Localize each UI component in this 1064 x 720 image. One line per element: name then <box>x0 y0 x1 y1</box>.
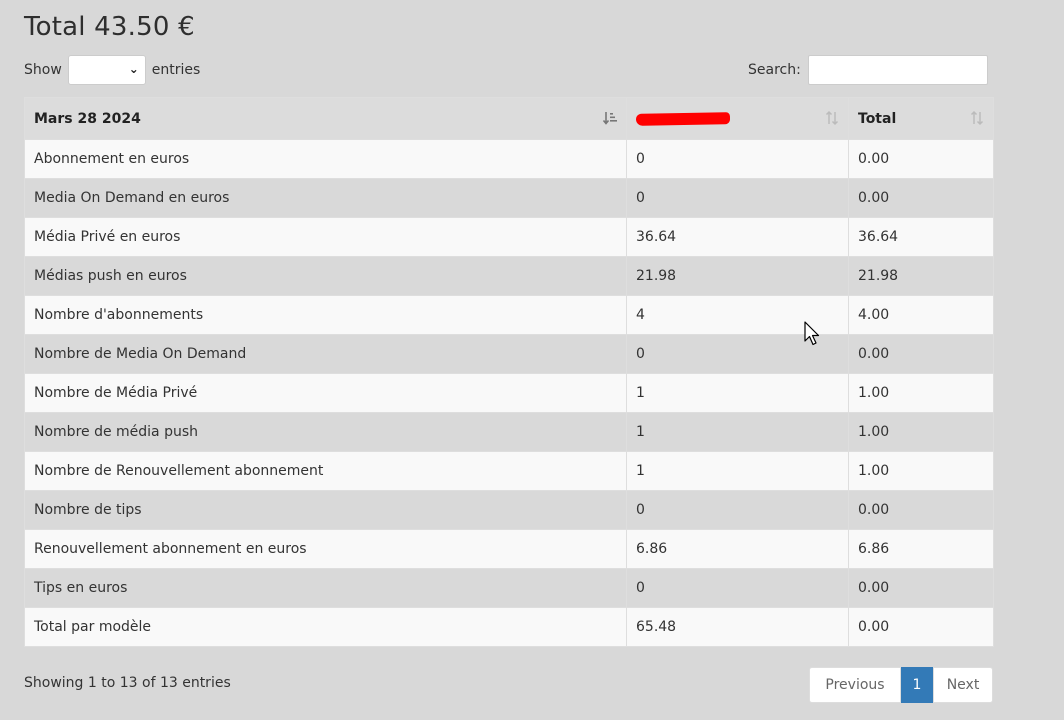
table-row: Médias push en euros 21.98 21.98 <box>24 256 994 296</box>
table-row: Nombre de tips 0 0.00 <box>24 490 994 530</box>
next-button[interactable]: Next <box>933 667 993 703</box>
table-info: Showing 1 to 13 of 13 entries <box>24 675 231 691</box>
table-row: Nombre de média push 1 1.00 <box>24 412 994 452</box>
redacted-name-mark <box>635 111 731 126</box>
table-header-row: Mars 28 2024 Total <box>24 97 994 140</box>
cell-model-value: 36.64 <box>626 217 849 257</box>
cell-metric: Nombre de Media On Demand <box>24 334 627 374</box>
cell-total: 0.00 <box>848 334 994 374</box>
search-input[interactable] <box>807 55 988 85</box>
entries-label: entries <box>151 62 201 78</box>
search-control: Search: <box>748 54 988 86</box>
column-header-date-label: Mars 28 2024 <box>34 110 141 127</box>
cell-model-value: 0 <box>626 568 849 608</box>
table-row: Nombre de Média Privé 1 1.00 <box>24 373 994 413</box>
cell-model-value: 65.48 <box>626 607 849 647</box>
cell-total: 21.98 <box>848 256 994 296</box>
cell-model-value: 1 <box>626 412 849 452</box>
search-label: Search: <box>748 62 801 78</box>
table-row: Media On Demand en euros 0 0.00 <box>24 178 994 218</box>
cell-model-value: 0 <box>626 490 849 530</box>
cell-total: 36.64 <box>848 217 994 257</box>
cell-metric: Média Privé en euros <box>24 217 627 257</box>
cell-metric: Médias push en euros <box>24 256 627 296</box>
sort-both-icon <box>970 110 984 126</box>
cell-metric: Abonnement en euros <box>24 139 627 179</box>
cell-total: 0.00 <box>848 139 994 179</box>
cell-model-value: 0 <box>626 139 849 179</box>
table-row: Nombre d'abonnements 4 4.00 <box>24 295 994 335</box>
cell-metric: Media On Demand en euros <box>24 178 627 218</box>
cell-metric: Total par modèle <box>24 607 627 647</box>
sort-ascending-icon <box>602 112 617 125</box>
chevron-down-icon: ⌄ <box>128 62 139 76</box>
cell-total: 6.86 <box>848 529 994 569</box>
cell-metric: Nombre de Média Privé <box>24 373 627 413</box>
cell-total: 0.00 <box>848 490 994 530</box>
table-row: Nombre de Media On Demand 0 0.00 <box>24 334 994 374</box>
table-row: Nombre de Renouvellement abonnement 1 1.00 <box>24 451 994 491</box>
pagination: Previous 1 Next <box>809 667 993 703</box>
cell-metric: Nombre de tips <box>24 490 627 530</box>
table-row: Renouvellement abonnement en euros 6.86 6.… <box>24 529 994 569</box>
cell-model-value: 21.98 <box>626 256 849 296</box>
cell-model-value: 1 <box>626 373 849 413</box>
cell-metric: Renouvellement abonnement en euros <box>24 529 627 569</box>
cell-model-value: 1 <box>626 451 849 491</box>
column-header-redacted[interactable] <box>626 97 849 140</box>
table-row: Abonnement en euros 0 0.00 <box>24 139 994 179</box>
entries-select[interactable]: ⌄ <box>67 55 146 85</box>
page-title: Total 43.50 € <box>24 12 195 42</box>
table-row: Total par modèle 65.48 0.00 <box>24 607 994 647</box>
cell-model-value: 6.86 <box>626 529 849 569</box>
table-row: Tips en euros 0 0.00 <box>24 568 994 608</box>
sort-both-icon <box>825 110 839 126</box>
cell-metric: Tips en euros <box>24 568 627 608</box>
data-table: Mars 28 2024 Total Abonnement en euros 0… <box>24 97 994 647</box>
column-header-total-label: Total <box>858 110 897 127</box>
entries-length-control: Show ⌄ entries <box>24 54 200 86</box>
cell-metric: Nombre de média push <box>24 412 627 452</box>
cell-total: 0.00 <box>848 178 994 218</box>
table-row: Média Privé en euros 36.64 36.64 <box>24 217 994 257</box>
page-button-current[interactable]: 1 <box>901 667 933 703</box>
mouse-pointer-icon <box>804 321 820 346</box>
cell-metric: Nombre de Renouvellement abonnement <box>24 451 627 491</box>
cell-total: 1.00 <box>848 373 994 413</box>
previous-button[interactable]: Previous <box>809 667 901 703</box>
cell-model-value: 0 <box>626 178 849 218</box>
column-header-total[interactable]: Total <box>848 97 994 140</box>
cell-total: 4.00 <box>848 295 994 335</box>
column-header-date[interactable]: Mars 28 2024 <box>24 97 627 140</box>
cell-total: 1.00 <box>848 451 994 491</box>
cell-total: 0.00 <box>848 607 994 647</box>
cell-total: 1.00 <box>848 412 994 452</box>
cell-total: 0.00 <box>848 568 994 608</box>
show-label: Show <box>24 62 62 78</box>
cell-metric: Nombre d'abonnements <box>24 295 627 335</box>
